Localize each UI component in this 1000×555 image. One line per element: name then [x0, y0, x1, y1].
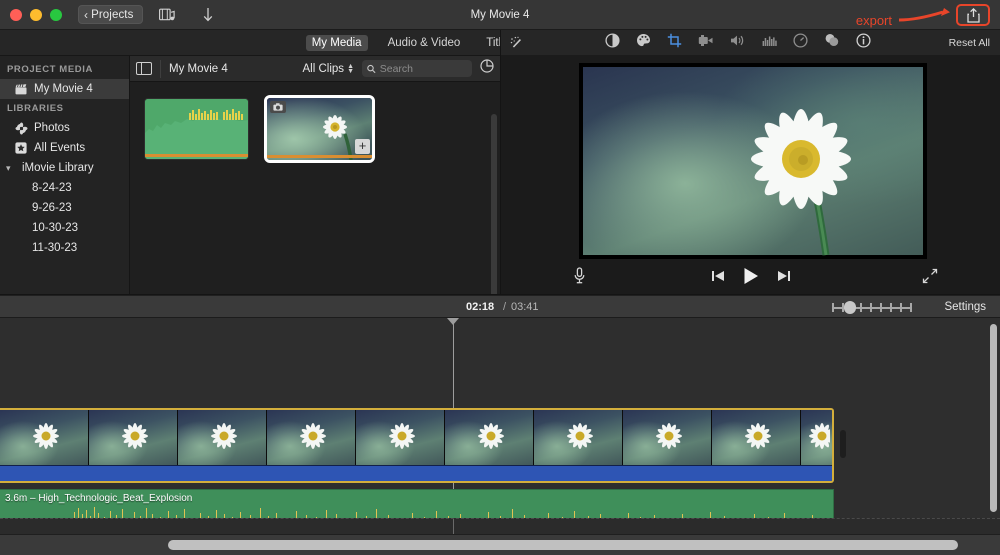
volume-icon[interactable]: [730, 34, 746, 52]
daisy-video-clip[interactable]: [0, 408, 834, 483]
clip-thumbnail-list: +: [144, 95, 500, 163]
sidebar-item-label: Photos: [34, 122, 70, 134]
clip-filter-label: All Clips: [302, 62, 345, 75]
sidebar-item-my-movie-4[interactable]: My Movie 4: [0, 79, 129, 99]
timeline-horizontal-scrollbar-track[interactable]: [0, 534, 1000, 555]
window-controls[interactable]: [0, 8, 62, 21]
viewer-transport-bar: [501, 265, 1000, 291]
slider-knob[interactable]: [844, 301, 856, 314]
sidebar-item-label: 9-26-23: [32, 202, 72, 214]
clip-range-bar: [267, 155, 372, 158]
back-to-projects-label: Projects: [91, 8, 134, 21]
viewer-panel: Reset All: [501, 30, 1000, 295]
sidebar-header-libraries: Libraries: [7, 103, 64, 114]
close-window-button[interactable]: [10, 8, 22, 21]
audio-clip-thumbnail[interactable]: [144, 98, 249, 160]
updown-chevrons-icon: ▲ ▼: [347, 62, 354, 75]
daisy-preview-image: [751, 109, 851, 256]
timeline-settings-button[interactable]: Settings: [944, 301, 986, 313]
clip-filter-dropdown[interactable]: All Clips ▲ ▼: [303, 63, 354, 75]
photos-icon: [14, 122, 28, 135]
media-browser-scrollbar[interactable]: [491, 114, 497, 304]
clip-trim-handle[interactable]: [840, 430, 846, 458]
toolbar-divider: [160, 59, 161, 78]
tab-my-media[interactable]: My Media: [305, 34, 368, 51]
sidebar-item-label: 8-24-23: [32, 182, 72, 194]
media-library-icon[interactable]: [159, 8, 176, 22]
browser-options-icon[interactable]: [480, 59, 494, 78]
split-view-icon[interactable]: [136, 62, 152, 75]
minimize-window-button[interactable]: [30, 8, 42, 21]
media-browser: My Movie 4 All Clips ▲ ▼ Search +: [130, 56, 500, 304]
clapperboard-icon: [14, 83, 28, 95]
star-icon: [14, 142, 28, 154]
sidebar-item-label: All Events: [34, 142, 86, 154]
window-title: My Movie 4: [470, 9, 530, 21]
equalizer-icon[interactable]: [762, 34, 777, 52]
export-annotation-arrow: [898, 8, 952, 29]
fullscreen-icon[interactable]: [922, 268, 938, 289]
sidebar-item-photos[interactable]: Photos: [0, 118, 129, 138]
sidebar-item-all-events[interactable]: All Events: [0, 138, 129, 158]
sidebar-item-event-3[interactable]: 10-30-23: [0, 218, 129, 238]
sidebar-item-label: 11-30-23: [32, 242, 78, 254]
disclosure-chevron-icon[interactable]: ▾: [6, 163, 16, 174]
sidebar-item-label: My Movie 4: [34, 83, 93, 95]
skip-to-end-icon[interactable]: [777, 269, 791, 288]
filmstrip-daisies: [33, 423, 830, 449]
camera-icon: [270, 101, 286, 113]
sidebar-item-label: iMovie Library: [22, 162, 94, 174]
crop-icon[interactable]: [667, 33, 682, 53]
chevron-left-icon: ‹: [84, 7, 89, 22]
share-export-icon: [966, 7, 980, 23]
sidebar-item-label: 10-30-23: [32, 222, 79, 234]
magic-wand-icon[interactable]: [507, 36, 527, 50]
current-timecode: 02:18: [466, 300, 495, 313]
back-to-projects-button[interactable]: ‹ Projects: [78, 5, 144, 24]
timeline-horizontal-scrollbar-thumb[interactable]: [168, 540, 958, 550]
tab-audio-video[interactable]: Audio & Video: [382, 35, 467, 51]
color-correction-icon[interactable]: [636, 33, 651, 53]
timeline-zoom-slider[interactable]: [832, 301, 912, 314]
sidebar-item-event-1[interactable]: 8-24-23: [0, 178, 129, 198]
clip-range-bar: [145, 154, 248, 157]
search-box[interactable]: [362, 60, 472, 77]
info-icon[interactable]: [856, 32, 871, 53]
sidebar-item-event-4[interactable]: 11-30-23: [0, 238, 129, 258]
skip-to-start-icon[interactable]: [711, 269, 725, 288]
clip-audio-waveform-bar: [0, 465, 832, 481]
sidebar-item-imovie-library[interactable]: ▾ iMovie Library: [0, 158, 129, 178]
timeline-bottom-ruler: [0, 518, 1000, 534]
library-sidebar: Project Media My Movie 4 Libraries: [0, 56, 130, 295]
daisy-clip-thumbnail[interactable]: +: [264, 95, 375, 163]
export-button[interactable]: [956, 4, 990, 26]
export-annotation-label: export: [855, 13, 892, 28]
media-browser-title: My Movie 4: [169, 62, 228, 75]
play-icon[interactable]: [741, 266, 761, 291]
reset-all-button[interactable]: Reset All: [949, 37, 990, 49]
stabilization-icon[interactable]: [698, 34, 714, 52]
import-icon[interactable]: [202, 7, 214, 23]
add-to-project-button[interactable]: +: [355, 139, 370, 154]
timeline-vertical-scrollbar[interactable]: [990, 324, 997, 512]
color-balance-icon[interactable]: [605, 32, 620, 53]
imovie-window: ‹ Projects My Movie 4 export My Media Au…: [0, 0, 1000, 555]
title-bar: ‹ Projects My Movie 4 export: [0, 0, 1000, 30]
filters-icon[interactable]: [824, 33, 840, 52]
search-icon: [367, 64, 376, 73]
search-input[interactable]: [379, 62, 467, 75]
sidebar-header-project-media: Project Media: [7, 64, 93, 75]
media-browser-toolbar: My Movie 4 All Clips ▲ ▼: [130, 56, 500, 82]
speed-icon[interactable]: [793, 32, 808, 53]
total-timecode: 03:41: [511, 300, 539, 313]
viewer-toolbar: Reset All: [501, 30, 1000, 56]
zoom-window-button[interactable]: [50, 8, 62, 21]
sidebar-item-event-2[interactable]: 9-26-23: [0, 198, 129, 218]
media-clip-grid: +: [130, 82, 500, 304]
video-preview[interactable]: [579, 63, 927, 259]
viewer-tool-buttons: [527, 32, 949, 53]
timeline-panel[interactable]: 3.6m – High_Technologic_Beat_Explosion: [0, 318, 1000, 534]
timecode-separator: /: [503, 300, 507, 313]
timecode-bar: 02:18 / 03:41 Settings: [0, 295, 1000, 318]
